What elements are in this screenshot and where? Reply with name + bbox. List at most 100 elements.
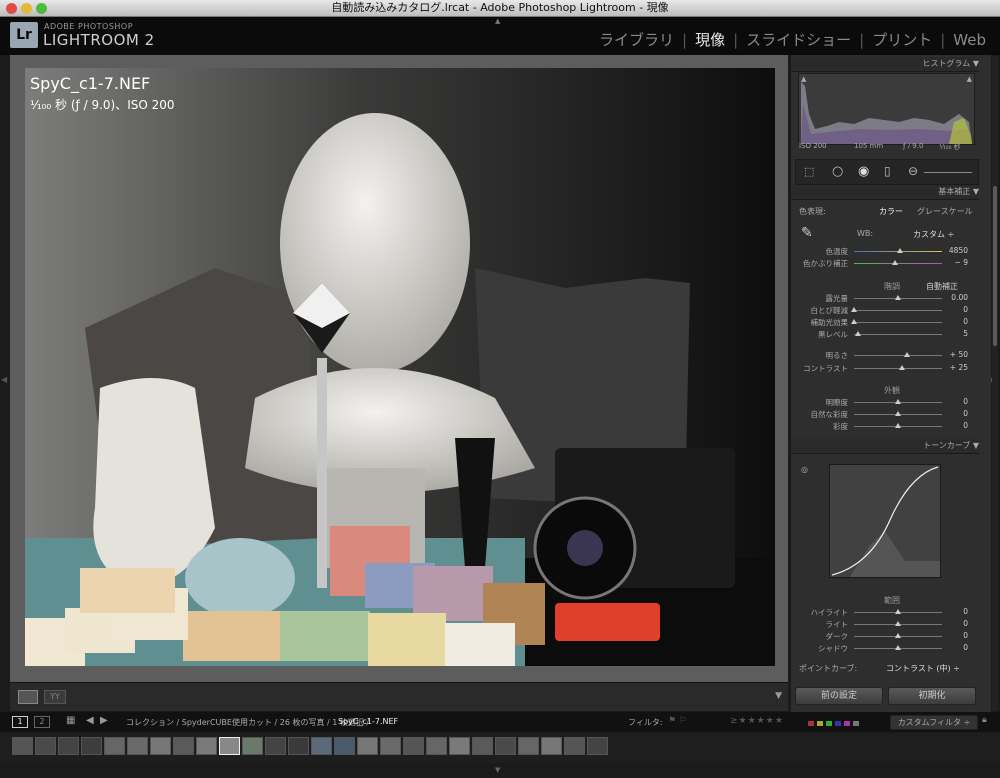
slider-row[interactable]: 明るさ + 50: [791, 350, 976, 362]
module-library[interactable]: ライブラリ: [599, 29, 674, 50]
slider-track[interactable]: [854, 633, 942, 638]
filmstrip-thumbnail[interactable]: [288, 737, 309, 755]
filmstrip-thumbnail[interactable]: [265, 737, 286, 755]
zoom-button[interactable]: [36, 3, 47, 14]
filmstrip-thumbnail[interactable]: [150, 737, 171, 755]
back-arrow-icon[interactable]: ◀: [86, 715, 94, 726]
slider-thumb[interactable]: [892, 260, 899, 265]
graduated-filter-icon[interactable]: ▯: [884, 164, 891, 178]
slider-row[interactable]: シャドウ 0: [791, 643, 976, 655]
slider-thumb[interactable]: [851, 319, 857, 324]
filmstrip-thumbnail[interactable]: [426, 737, 447, 755]
tone-curve-header[interactable]: トーンカーブ ▼: [791, 439, 979, 454]
slider-thumb[interactable]: [895, 411, 901, 416]
forward-arrow-icon[interactable]: ▶: [100, 715, 108, 726]
slider-thumb[interactable]: [899, 365, 906, 370]
slider-track[interactable]: [854, 295, 942, 300]
shadow-clip-icon[interactable]: ▲: [801, 75, 806, 83]
filmstrip-thumbnail[interactable]: [219, 737, 240, 755]
filmstrip-thumbnail[interactable]: [58, 737, 79, 755]
grid-view-icon[interactable]: ▦: [66, 715, 75, 726]
filmstrip-thumbnail[interactable]: [334, 737, 355, 755]
target-adjust-icon[interactable]: ◎: [801, 465, 808, 474]
close-button[interactable]: [6, 3, 17, 14]
loupe-view-icon[interactable]: [18, 690, 38, 704]
slider-row[interactable]: コントラスト + 25: [791, 363, 976, 375]
red-eye-icon[interactable]: ◉: [858, 164, 869, 179]
slider-track[interactable]: [854, 411, 942, 416]
slider-thumb[interactable]: [895, 621, 901, 626]
star-filter-icons[interactable]: ≥★★★★★: [730, 716, 784, 726]
custom-filter-select[interactable]: カスタムフィルタ ÷: [890, 715, 978, 730]
crop-icon[interactable]: ⬚: [804, 165, 814, 178]
wb-select[interactable]: カスタム ÷: [913, 229, 954, 240]
filmstrip-thumbnail[interactable]: [403, 737, 424, 755]
filmstrip-thumbnail[interactable]: [173, 737, 194, 755]
tone-curve-graph[interactable]: [829, 464, 941, 578]
slider-row[interactable]: 明瞭度 0: [791, 397, 976, 409]
slider-track[interactable]: [854, 365, 942, 370]
slider-thumb[interactable]: [855, 331, 862, 336]
slider-row[interactable]: 自然な彩度 0: [791, 409, 976, 421]
slider-row[interactable]: 露光量 0.00: [791, 293, 976, 305]
left-panel-toggle-icon[interactable]: ◀: [1, 375, 7, 384]
slider-row[interactable]: 白とび軽減 0: [791, 305, 976, 317]
slider-row[interactable]: ハイライト 0: [791, 607, 976, 619]
module-develop[interactable]: 現像: [695, 29, 725, 50]
slider-thumb[interactable]: [895, 633, 901, 638]
slider-track[interactable]: [851, 307, 942, 312]
window-2-button[interactable]: 2: [34, 716, 50, 728]
slider-row[interactable]: 彩度 0: [791, 421, 976, 433]
reset-button[interactable]: 初期化: [888, 687, 976, 705]
filmstrip-thumbnail[interactable]: [472, 737, 493, 755]
slider-track[interactable]: [851, 319, 942, 324]
slider-row[interactable]: ダーク 0: [791, 631, 976, 643]
slider-thumb[interactable]: [896, 248, 903, 253]
flag-filter-icons[interactable]: ⚑ ⚐: [668, 716, 687, 726]
wb-eyedropper-icon[interactable]: ✎: [801, 225, 813, 241]
filmstrip-thumbnail[interactable]: [518, 737, 539, 755]
slider-thumb[interactable]: [895, 295, 901, 300]
filmstrip-thumbnail[interactable]: [127, 737, 148, 755]
bottom-panel-toggle-icon[interactable]: ▼: [495, 766, 500, 774]
filmstrip-thumbnail[interactable]: [587, 737, 608, 755]
scrollbar-thumb[interactable]: [993, 186, 997, 346]
filmstrip-thumbnail[interactable]: [196, 737, 217, 755]
previous-settings-button[interactable]: 前の設定: [795, 687, 883, 705]
slider-row[interactable]: 色かぶり補正 − 9: [791, 258, 976, 270]
filmstrip-thumbnail[interactable]: [104, 737, 125, 755]
minimize-button[interactable]: [21, 3, 32, 14]
slider-thumb[interactable]: [895, 609, 901, 614]
filmstrip-thumbnail[interactable]: [380, 737, 401, 755]
before-after-icon[interactable]: YY: [44, 690, 66, 704]
slider-track[interactable]: [854, 352, 942, 357]
filter-lock-icon[interactable]: 🔒︎: [982, 715, 987, 725]
top-panel-toggle-icon[interactable]: ▲: [495, 17, 500, 25]
slider-row[interactable]: 黒レベル 5: [791, 329, 976, 341]
color-label-filter[interactable]: [808, 719, 864, 726]
highlight-clip-icon[interactable]: ▲: [967, 75, 972, 83]
basic-header[interactable]: 基本補正 ▼: [791, 185, 979, 200]
slider-track[interactable]: [854, 621, 942, 626]
auto-tone-button[interactable]: 自動補正: [926, 281, 958, 292]
slider-track[interactable]: [854, 645, 942, 650]
right-panel-scrollbar[interactable]: [992, 56, 998, 711]
point-curve-select[interactable]: コントラスト (中) ÷: [886, 663, 960, 674]
slider-thumb[interactable]: [903, 352, 910, 357]
toolbar-menu-icon[interactable]: ▼: [775, 691, 782, 701]
filmstrip-thumbnail[interactable]: [357, 737, 378, 755]
slider-track[interactable]: [854, 260, 942, 265]
filmstrip-selected[interactable]: SpyC_c1-7.NEF: [338, 717, 398, 726]
slider-track[interactable]: [854, 423, 942, 428]
adjustment-brush-icon[interactable]: ⊖: [908, 164, 918, 178]
slider-track[interactable]: [854, 399, 942, 404]
brush-slider[interactable]: [924, 172, 972, 173]
filmstrip-thumbnail[interactable]: [35, 737, 56, 755]
slider-row[interactable]: 色温度 4850: [791, 246, 976, 258]
filmstrip-thumbnail[interactable]: [541, 737, 562, 755]
treatment-grayscale[interactable]: グレースケール: [917, 206, 973, 217]
filmstrip-thumbnail[interactable]: [12, 737, 33, 755]
spot-removal-icon[interactable]: ○: [832, 164, 843, 179]
photo-image[interactable]: [25, 68, 775, 666]
filmstrip-thumbnail[interactable]: [495, 737, 516, 755]
